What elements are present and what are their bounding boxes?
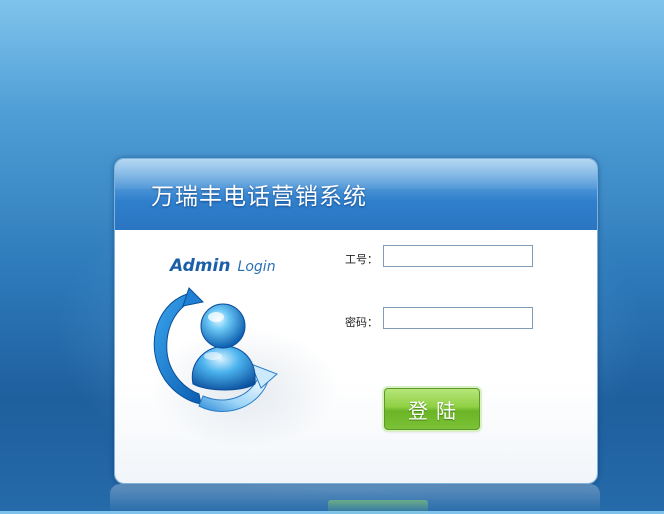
employee-id-input[interactable] xyxy=(383,245,533,267)
admin-login-brand: Admin Login xyxy=(170,256,276,276)
login-button[interactable]: 登陆 xyxy=(384,388,480,430)
panel-header: 万瑞丰电话营销系统 xyxy=(115,159,597,270)
brand-admin-text: Admin xyxy=(170,256,231,276)
password-input[interactable] xyxy=(383,307,533,329)
button-reflection xyxy=(328,500,428,514)
system-title: 万瑞丰电话营销系统 xyxy=(151,184,367,210)
employee-id-label: 工号： xyxy=(345,253,378,266)
panel-body: Admin Login 工号： 密码： 登陆 xyxy=(115,230,597,483)
password-label: 密码： xyxy=(345,316,378,329)
brand-login-text: Login xyxy=(237,259,276,275)
login-panel: 万瑞丰电话营销系统 Admin Login 工号： 密码： 登陆 xyxy=(114,158,598,484)
user-refresh-icon xyxy=(143,280,293,420)
